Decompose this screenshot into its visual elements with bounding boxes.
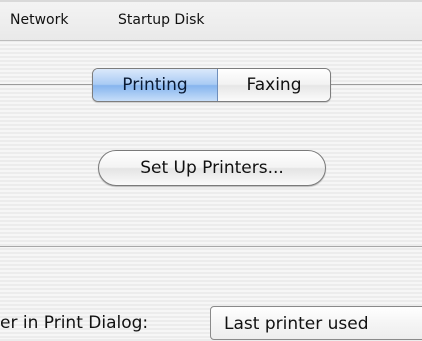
- tab-printing[interactable]: Printing: [93, 69, 218, 101]
- selected-printer-label: er in Print Dialog:: [0, 313, 149, 333]
- tab-box-bottom-divider: [0, 246, 422, 247]
- tab-faxing[interactable]: Faxing: [218, 69, 330, 101]
- set-up-printers-button[interactable]: Set Up Printers...: [98, 150, 326, 186]
- toolbar-item-network[interactable]: Network: [10, 12, 68, 28]
- selected-printer-popup[interactable]: Last printer used: [210, 306, 422, 340]
- preferences-toolbar: Network Startup Disk: [0, 0, 422, 41]
- tab-control: Printing Faxing: [92, 68, 331, 102]
- toolbar-item-startup-disk[interactable]: Startup Disk: [118, 12, 204, 28]
